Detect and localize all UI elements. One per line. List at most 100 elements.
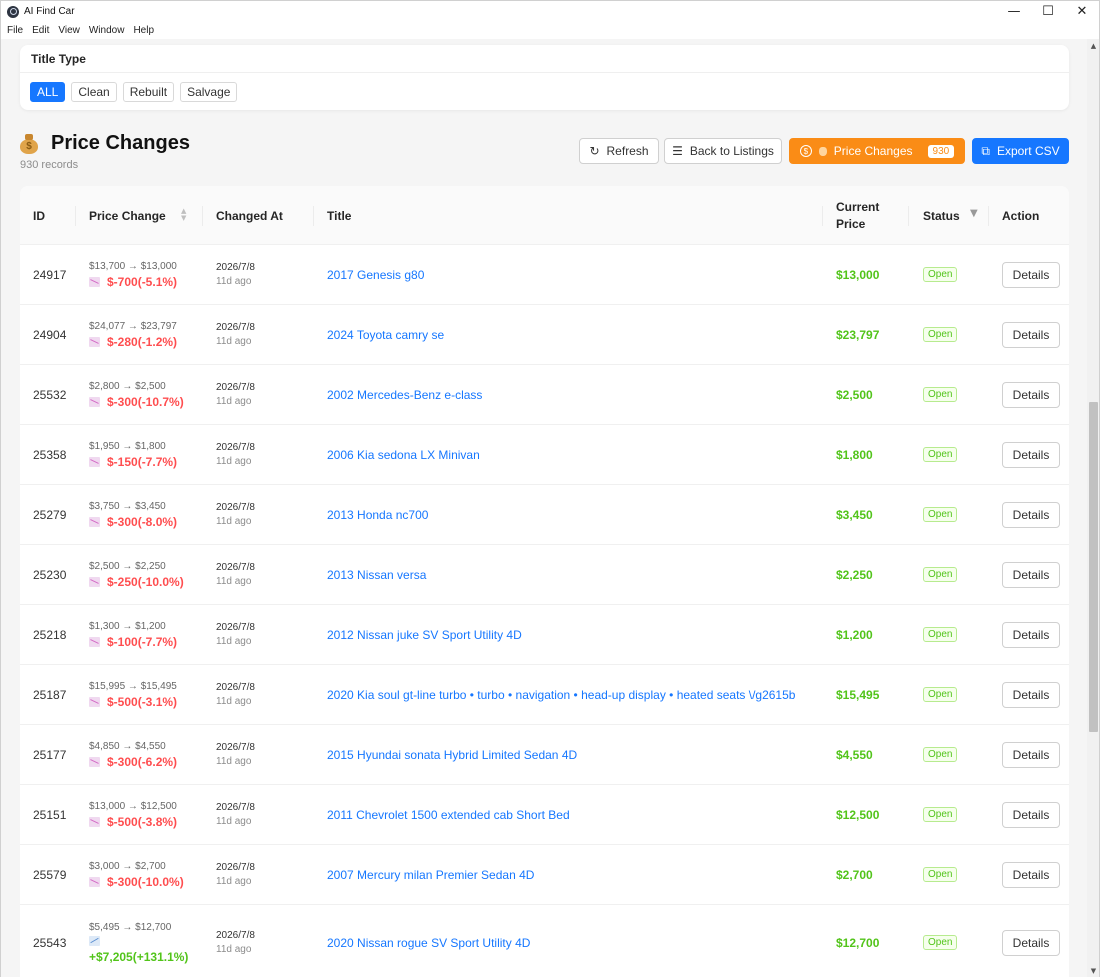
close-icon[interactable]: ✕ — [1065, 1, 1099, 23]
listing-title-link[interactable]: 2020 Nissan rogue SV Sport Utility 4D — [327, 936, 530, 950]
trend-down-icon — [89, 456, 100, 467]
details-button[interactable]: Details — [1002, 801, 1060, 828]
scrollbar-thumb[interactable] — [1089, 402, 1098, 732]
details-button[interactable]: Details — [1002, 741, 1060, 768]
window-title: AI Find Car — [24, 6, 75, 17]
details-button[interactable]: Details — [1002, 321, 1060, 348]
price-change-cell: $5,495 → $12,700 +$7,205(+131.1%) — [89, 905, 188, 977]
details-button[interactable]: Details — [1002, 261, 1060, 288]
status-badge: Open — [923, 807, 958, 822]
trend-down-icon — [89, 576, 100, 587]
details-button[interactable]: Details — [1002, 501, 1060, 528]
column-price-change[interactable]: Price Change — [89, 186, 166, 245]
listing-title-link[interactable]: 2002 Mercedes-Benz e-class — [327, 388, 482, 402]
back-to-listings-button[interactable]: ☰ Back to Listings — [664, 138, 782, 164]
table-row: 25151 $13,000 → $12,500 $-500(-3.8%) 2026/7… — [20, 785, 1069, 845]
window-controls: — ☐ ✕ — [997, 1, 1099, 23]
column-action: Action — [1002, 208, 1040, 223]
table-header: ID Price Change ▲ ▼ Changed At Title Curr… — [20, 186, 1069, 245]
listing-title-link[interactable]: 2013 Honda nc700 — [327, 508, 428, 522]
current-price: $13,000 — [836, 267, 880, 282]
minimize-icon[interactable]: — — [997, 1, 1031, 23]
price-range: $3,000 → $2,700 — [89, 860, 166, 872]
filter-rebuilt-button[interactable]: Rebuilt — [122, 82, 175, 102]
action-cell: Details — [1002, 365, 1060, 424]
maximize-icon[interactable]: ☐ — [1031, 1, 1065, 23]
current-price-cell: $2,700 — [836, 845, 873, 904]
listing-title-link[interactable]: 2020 Kia soul gt-line turbo • turbo • na… — [327, 688, 795, 702]
trend-down-icon — [89, 336, 100, 347]
row-id: 25358 — [33, 447, 67, 462]
menu-window[interactable]: Window — [89, 25, 125, 36]
changed-date: 2026/7/8 — [216, 862, 255, 873]
details-button[interactable]: Details — [1002, 861, 1060, 888]
price-change-cell: $1,950 → $1,800 $-150(-7.7%) — [89, 425, 177, 484]
details-button[interactable]: Details — [1002, 681, 1060, 708]
filter-clean-button[interactable]: Clean — [71, 82, 117, 102]
filter-all-button[interactable]: ALL — [30, 82, 66, 102]
listing-title-link[interactable]: 2012 Nissan juke SV Sport Utility 4D — [327, 628, 522, 642]
title-cell: 2002 Mercedes-Benz e-class — [327, 365, 482, 424]
price-changes-button[interactable]: $ Price Changes 930 — [789, 138, 965, 164]
details-button[interactable]: Details — [1002, 441, 1060, 468]
changed-ago: 11d ago — [216, 756, 252, 767]
listing-title-link[interactable]: 2017 Genesis g80 — [327, 268, 424, 282]
title-cell: 2007 Mercury milan Premier Sedan 4D — [327, 845, 534, 904]
title-cell: 2020 Nissan rogue SV Sport Utility 4D — [327, 905, 530, 977]
scroll-up-icon[interactable]: ▲ — [1087, 39, 1100, 52]
menu-file[interactable]: File — [7, 25, 23, 36]
current-price-cell: $3,450 — [836, 485, 873, 544]
price-delta: $-700(-5.1%) — [89, 275, 177, 289]
details-button[interactable]: Details — [1002, 381, 1060, 408]
refresh-button[interactable]: ↻ Refresh — [579, 138, 659, 164]
table-row: 24917 $13,700 → $13,000 $-700(-5.1%) 2026/7… — [20, 245, 1069, 305]
scroll-down-icon[interactable]: ▼ — [1087, 964, 1100, 977]
status-badge: Open — [923, 627, 958, 642]
details-button[interactable]: Details — [1002, 621, 1060, 648]
action-cell: Details — [1002, 905, 1060, 977]
status-cell: Open — [923, 665, 958, 724]
row-id: 25532 — [33, 387, 67, 402]
listing-title-link[interactable]: 2013 Nissan versa — [327, 568, 426, 582]
menu-help[interactable]: Help — [133, 25, 154, 36]
row-id: 24904 — [33, 327, 67, 342]
listing-title-link[interactable]: 2011 Chevrolet 1500 extended cab Short B… — [327, 808, 570, 822]
price-delta-value: $-500(-3.1%) — [107, 694, 178, 709]
vertical-scrollbar[interactable]: ▲ ▼ — [1087, 39, 1100, 977]
changed-ago: 11d ago — [216, 696, 252, 707]
export-csv-button[interactable]: ⧉ Export CSV — [972, 138, 1069, 164]
price-delta-value: $-500(-3.8%) — [107, 814, 178, 829]
listing-title-link[interactable]: 2024 Toyota camry se — [327, 328, 444, 342]
menu-view[interactable]: View — [58, 25, 80, 36]
listing-title-link[interactable]: 2007 Mercury milan Premier Sedan 4D — [327, 868, 534, 882]
sort-icon[interactable]: ▲ ▼ — [181, 208, 186, 222]
current-price: $2,500 — [836, 387, 873, 402]
listing-title-link[interactable]: 2006 Kia sedona LX Minivan — [327, 448, 480, 462]
price-delta: $-300(-10.0%) — [89, 875, 184, 889]
price-delta-value: $-300(-10.7%) — [107, 394, 184, 409]
details-button[interactable]: Details — [1002, 561, 1060, 588]
price-changes-count-badge: 930 — [927, 144, 955, 158]
row-id: 25279 — [33, 507, 67, 522]
filter-icon[interactable]: ▼ — [970, 208, 978, 219]
listing-title-link[interactable]: 2015 Hyundai sonata Hybrid Limited Sedan… — [327, 748, 577, 762]
money-bag-icon — [818, 146, 827, 156]
changed-date: 2026/7/8 — [216, 742, 255, 753]
action-cell: Details — [1002, 545, 1060, 604]
title-cell: 2017 Genesis g80 — [327, 245, 424, 304]
price-change-cell: $4,850 → $4,550 $-300(-6.2%) — [89, 725, 177, 784]
changed-ago: 11d ago — [216, 336, 252, 347]
details-button[interactable]: Details — [1002, 929, 1060, 956]
current-price: $3,450 — [836, 507, 873, 522]
status-cell: Open — [923, 425, 958, 484]
status-badge: Open — [923, 687, 958, 702]
row-id: 25151 — [33, 807, 67, 822]
menu-edit[interactable]: Edit — [32, 25, 49, 36]
filter-salvage-button[interactable]: Salvage — [180, 82, 238, 102]
table-row: 25532 $2,800 → $2,500 $-300(-10.7%) 2026/7/… — [20, 365, 1069, 425]
title-cell: 2006 Kia sedona LX Minivan — [327, 425, 480, 484]
changed-at-cell: 2026/7/8 11d ago — [216, 605, 255, 664]
changed-at-cell: 2026/7/8 11d ago — [216, 545, 255, 604]
price-delta-value: $-250(-10.0%) — [107, 574, 184, 589]
price-delta: $-300(-10.7%) — [89, 395, 184, 409]
